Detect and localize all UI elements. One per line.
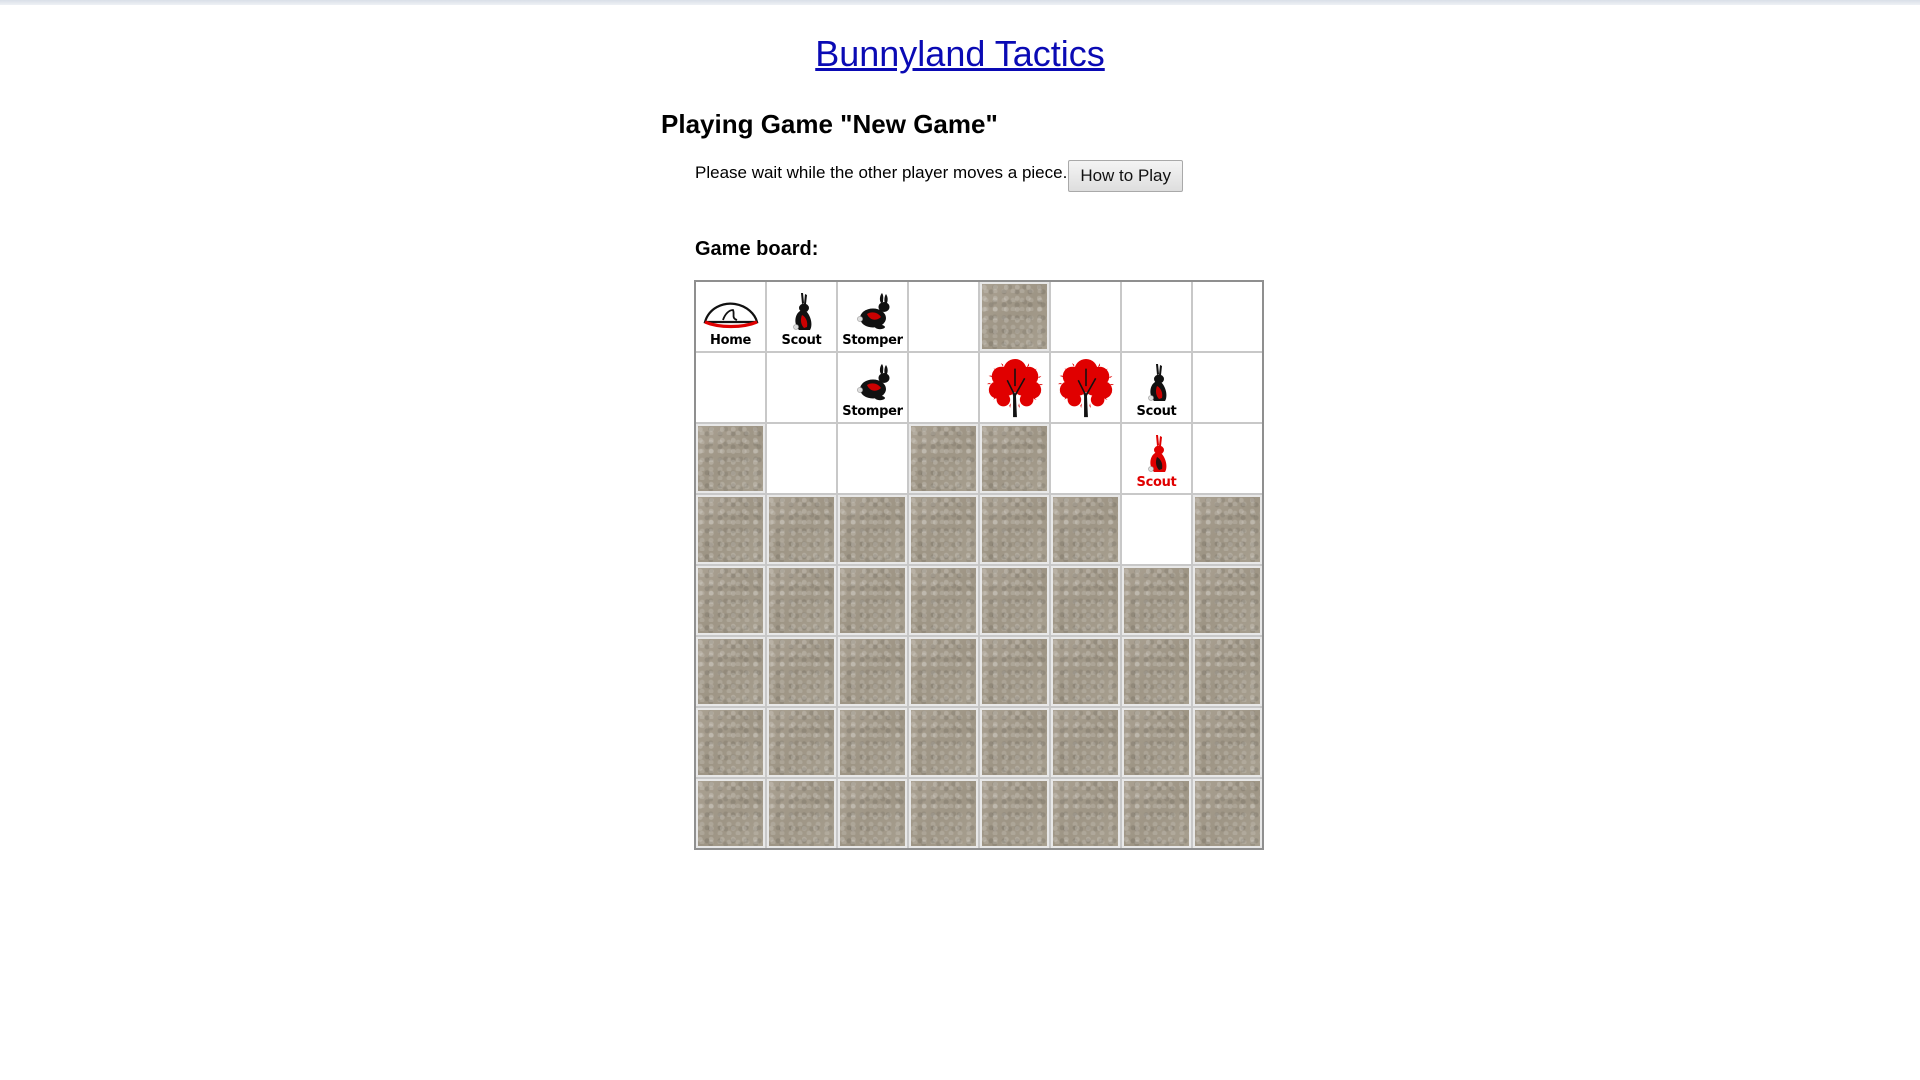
game-board: Home Scout Stomper Stomper Scout Scout — [694, 280, 1264, 850]
home-icon — [703, 302, 758, 329]
status-row: Please wait while the other player moves… — [695, 160, 1184, 192]
board-cell-r1-c8-empty[interactable] — [1193, 282, 1262, 351]
board-cell-r7-c1-fog[interactable] — [696, 708, 765, 777]
status-message: Please wait while the other player moves… — [695, 163, 1068, 182]
board-cell-r4-c5-fog[interactable] — [980, 495, 1049, 564]
board-cell-r3-c3-empty[interactable] — [838, 424, 907, 493]
board-cell-r2-c6-tree[interactable] — [1051, 353, 1120, 422]
board-cell-r4-c1-fog[interactable] — [696, 495, 765, 564]
board-cell-r6-c5-fog[interactable] — [980, 637, 1049, 706]
board-cell-r4-c6-fog[interactable] — [1051, 495, 1120, 564]
board-cell-r4-c8-fog[interactable] — [1193, 495, 1262, 564]
board-cell-r5-c2-fog[interactable] — [767, 566, 836, 635]
board-cell-r1-c7-empty[interactable] — [1122, 282, 1191, 351]
board-cell-r8-c2-fog[interactable] — [767, 779, 836, 848]
board-cell-r3-c6-empty[interactable] — [1051, 424, 1120, 493]
board-cell-r7-c4-fog[interactable] — [909, 708, 978, 777]
board-label: Game board: — [695, 238, 819, 260]
site-title: Bunnyland Tactics — [0, 30, 1920, 78]
board-cell-r8-c6-fog[interactable] — [1051, 779, 1120, 848]
board-cell-r8-c4-fog[interactable] — [909, 779, 978, 848]
board-cell-r6-c6-fog[interactable] — [1051, 637, 1120, 706]
board-cell-r8-c3-fog[interactable] — [838, 779, 907, 848]
board-cell-r3-c8-empty[interactable] — [1193, 424, 1262, 493]
piece-label: Scout — [1136, 475, 1177, 490]
board-cell-r6-c4-fog[interactable] — [909, 637, 978, 706]
board-cell-r1-c1-player-home[interactable]: Home — [696, 282, 765, 351]
board-cell-r1-c4-empty[interactable] — [909, 282, 978, 351]
board-cell-r3-c5-fog[interactable] — [980, 424, 1049, 493]
scout-icon — [1147, 435, 1166, 472]
board-cell-r6-c7-fog[interactable] — [1122, 637, 1191, 706]
board-cell-r2-c1-empty[interactable] — [696, 353, 765, 422]
piece-label: Home — [710, 333, 751, 348]
board-cell-r6-c1-fog[interactable] — [696, 637, 765, 706]
board-cell-r7-c6-fog[interactable] — [1051, 708, 1120, 777]
tree-icon — [1051, 353, 1120, 422]
stomper-icon — [856, 293, 889, 330]
board-cell-r1-c6-empty[interactable] — [1051, 282, 1120, 351]
board-cell-r7-c7-fog[interactable] — [1122, 708, 1191, 777]
board-cell-r5-c6-fog[interactable] — [1051, 566, 1120, 635]
board-cell-r5-c8-fog[interactable] — [1193, 566, 1262, 635]
board-cell-r7-c2-fog[interactable] — [767, 708, 836, 777]
board-cell-r6-c8-fog[interactable] — [1193, 637, 1262, 706]
board-cell-r4-c7-empty[interactable] — [1122, 495, 1191, 564]
board-cell-r2-c8-empty[interactable] — [1193, 353, 1262, 422]
board-cell-r5-c5-fog[interactable] — [980, 566, 1049, 635]
board-cell-r1-c2-player-scout[interactable]: Scout — [767, 282, 836, 351]
board-cell-r6-c3-fog[interactable] — [838, 637, 907, 706]
board-cell-r8-c1-fog[interactable] — [696, 779, 765, 848]
board-cell-r2-c4-empty[interactable] — [909, 353, 978, 422]
board-cell-r4-c3-fog[interactable] — [838, 495, 907, 564]
tree-icon — [980, 353, 1049, 422]
board-cell-r2-c2-empty[interactable] — [767, 353, 836, 422]
piece-label: Stomper — [842, 333, 903, 348]
board-cell-r2-c3-player-stomper[interactable]: Stomper — [838, 353, 907, 422]
board-cell-r3-c7-opponent-scout[interactable]: Scout — [1122, 424, 1191, 493]
board-cell-r3-c1-fog[interactable] — [696, 424, 765, 493]
board-cell-r4-c4-fog[interactable] — [909, 495, 978, 564]
scout-icon — [792, 293, 811, 330]
board-cell-r5-c3-fog[interactable] — [838, 566, 907, 635]
stomper-icon — [856, 364, 889, 401]
board-cell-r1-c3-player-stomper[interactable]: Stomper — [838, 282, 907, 351]
board-cell-r5-c7-fog[interactable] — [1122, 566, 1191, 635]
how-to-play-button[interactable]: How to Play — [1068, 160, 1184, 192]
board-cell-r3-c2-empty[interactable] — [767, 424, 836, 493]
board-cell-r2-c7-player-scout[interactable]: Scout — [1122, 353, 1191, 422]
board-cell-r6-c2-fog[interactable] — [767, 637, 836, 706]
board-cell-r7-c5-fog[interactable] — [980, 708, 1049, 777]
board-cell-r4-c2-fog[interactable] — [767, 495, 836, 564]
piece-label: Scout — [781, 333, 822, 348]
board-cell-r7-c3-fog[interactable] — [838, 708, 907, 777]
board-cell-r3-c4-fog[interactable] — [909, 424, 978, 493]
page-heading: Playing Game "New Game" — [661, 109, 998, 139]
board-cell-r8-c5-fog[interactable] — [980, 779, 1049, 848]
board-cell-r2-c5-tree[interactable] — [980, 353, 1049, 422]
board-cell-r5-c4-fog[interactable] — [909, 566, 978, 635]
site-title-link[interactable]: Bunnyland Tactics — [815, 33, 1105, 74]
board-cell-r8-c7-fog[interactable] — [1122, 779, 1191, 848]
piece-label: Stomper — [842, 404, 903, 419]
board-cell-r1-c5-fog[interactable] — [980, 282, 1049, 351]
board-cell-r8-c8-fog[interactable] — [1193, 779, 1262, 848]
scout-icon — [1147, 364, 1166, 401]
window-top-border — [0, 0, 1920, 5]
board-cell-r5-c1-fog[interactable] — [696, 566, 765, 635]
board-cell-r7-c8-fog[interactable] — [1193, 708, 1262, 777]
piece-label: Scout — [1136, 404, 1177, 419]
